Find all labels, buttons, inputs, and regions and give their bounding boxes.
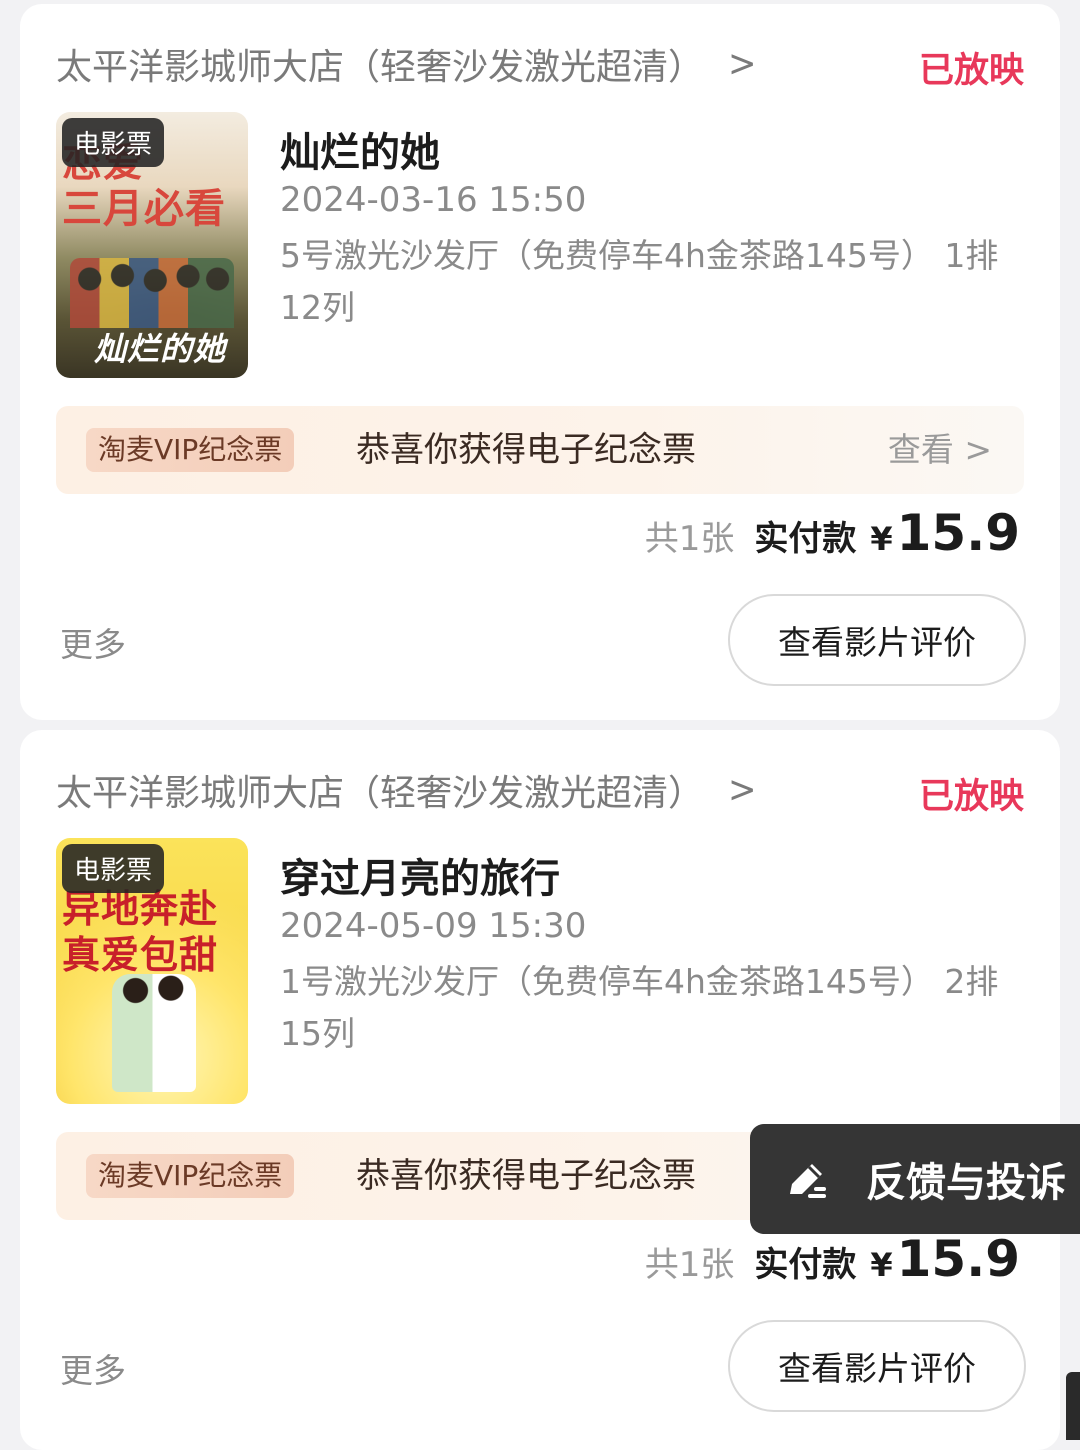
ticket-count: 共1张 (644, 1245, 735, 1285)
chevron-right-icon: > (728, 768, 757, 812)
chevron-right-icon: > (728, 42, 757, 86)
movie-title: 灿烂的她 (280, 130, 440, 176)
souvenir-message: 恭喜你获得电子纪念票 (356, 1156, 696, 1196)
hall-seat-info: 1号激光沙发厅（免费停车4h金茶路145号） 2排15列 (280, 962, 999, 1053)
feedback-button[interactable]: 反馈与投诉 (750, 1124, 1080, 1234)
vip-souvenir-tag: 淘麦VIP纪念票 (86, 1154, 295, 1198)
feedback-label: 反馈与投诉 (866, 1160, 1066, 1206)
ticket-type-badge: 电影票 (62, 844, 165, 893)
view-review-button[interactable]: 查看影片评价 (728, 1320, 1026, 1412)
movie-poster[interactable]: 异地奔赴 真爱包甜 电影票 (56, 838, 248, 1104)
cinema-link[interactable]: 太平洋影城师大店（轻奢沙发激光超清） > 已放映 (56, 34, 1024, 94)
view-review-button[interactable]: 查看影片评价 (728, 594, 1026, 686)
order-card[interactable]: 太平洋影城师大店（轻奢沙发激光超清） > 已放映 恋爱 三月必看 灿烂的她 电影… (20, 4, 1060, 720)
edit-icon (790, 1164, 826, 1198)
showtime: 2024-03-16 15:50 (280, 180, 587, 220)
edge-handle (1066, 1372, 1080, 1440)
cinema-name: 太平洋影城师大店（轻奢沙发激光超清） (56, 47, 705, 88)
view-souvenir-link[interactable]: 查看 > (888, 428, 992, 472)
cinema-name: 太平洋影城师大店（轻奢沙发激光超清） (56, 773, 705, 814)
chevron-right-icon: > (964, 430, 992, 469)
poster-cast-image (112, 974, 196, 1092)
paid-label: 实付款 (754, 1245, 857, 1285)
poster-art-text: 真爱包甜 (62, 932, 219, 977)
view-label: 查看 (887, 430, 954, 469)
souvenir-ticket-banner[interactable]: 淘麦VIP纪念票 恭喜你获得电子纪念票 查看 > (56, 406, 1024, 494)
poster-art-text: 灿烂的她 (94, 330, 227, 368)
paid-label: 实付款 (754, 519, 857, 559)
status-label: 已放映 (918, 51, 1024, 91)
more-button[interactable]: 更多 (60, 1344, 126, 1392)
currency-symbol: ¥ (870, 520, 893, 558)
price-summary: 共1张 实付款 ¥ 15.9 (645, 1230, 1020, 1300)
paid-amount: 15.9 (896, 1230, 1020, 1288)
souvenir-message: 恭喜你获得电子纪念票 (356, 430, 696, 470)
movie-title: 穿过月亮的旅行 (280, 856, 560, 902)
poster-art-text: 三月必看 (62, 185, 226, 232)
hall-seat-info: 5号激光沙发厅（免费停车4h金茶路145号） 1排12列 (280, 236, 999, 327)
showtime: 2024-05-09 15:30 (280, 906, 587, 946)
status-label: 已放映 (918, 777, 1024, 817)
order-card[interactable]: 太平洋影城师大店（轻奢沙发激光超清） > 已放映 异地奔赴 真爱包甜 电影票 穿… (20, 730, 1060, 1450)
movie-poster[interactable]: 恋爱 三月必看 灿烂的她 电影票 (56, 112, 248, 378)
paid-amount: 15.9 (896, 504, 1020, 562)
more-button[interactable]: 更多 (60, 618, 126, 666)
cinema-link[interactable]: 太平洋影城师大店（轻奢沙发激光超清） > 已放映 (56, 760, 1024, 820)
price-summary: 共1张 实付款 ¥ 15.9 (645, 504, 1020, 574)
currency-symbol: ¥ (870, 1246, 893, 1284)
ticket-count: 共1张 (644, 519, 735, 559)
poster-cast-image (70, 258, 234, 328)
vip-souvenir-tag: 淘麦VIP纪念票 (86, 428, 295, 472)
ticket-type-badge: 电影票 (62, 118, 165, 167)
